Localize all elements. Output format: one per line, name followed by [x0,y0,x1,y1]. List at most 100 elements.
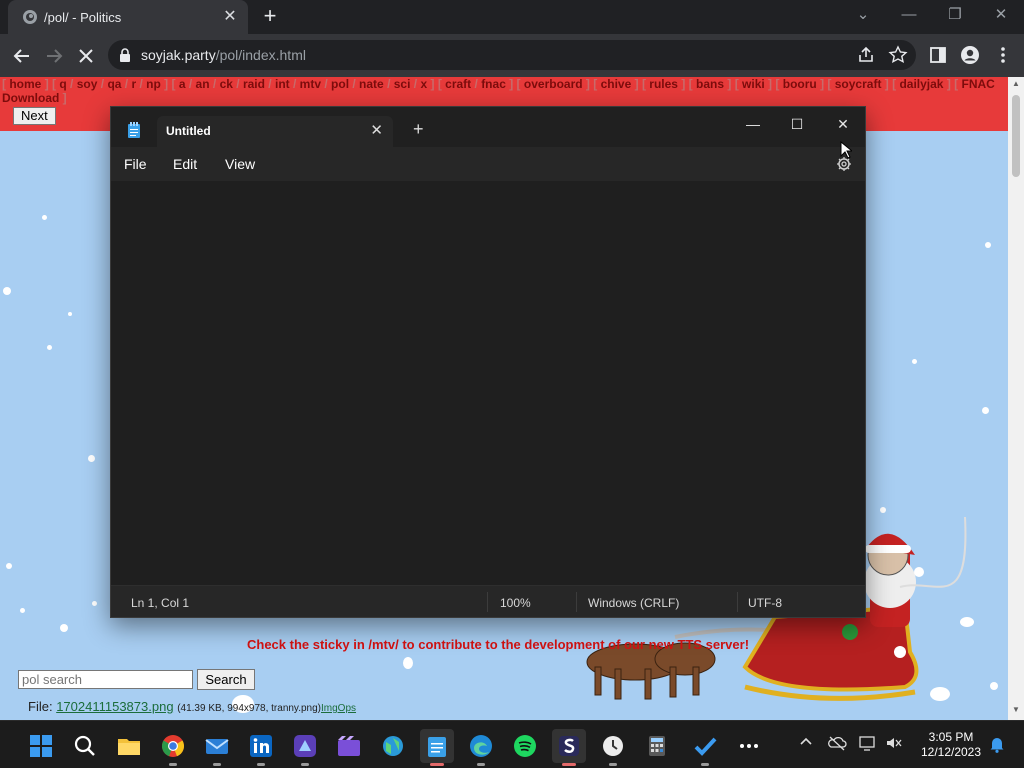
taskbar-notepad[interactable] [420,729,454,766]
network-icon[interactable] [858,735,878,755]
more-options-icon[interactable] [993,45,1013,65]
taskbar-edge[interactable] [464,729,498,766]
restore-icon[interactable]: ❐ [932,0,978,32]
board-link[interactable]: wiki [742,77,765,91]
board-link[interactable]: a [179,77,186,91]
board-link[interactable]: mtv [300,77,321,91]
browser-toolbar: soyjak.party/pol/index.html [0,34,1024,77]
board-link[interactable]: overboard [524,77,583,91]
board-link[interactable]: booru [783,77,817,91]
notepad-tab-untitled[interactable]: Untitled ✕ [157,116,393,147]
taskbar-linkedin[interactable] [244,729,278,766]
menu-edit[interactable]: Edit [173,156,197,172]
chevron-up-icon[interactable] [796,735,816,755]
board-link[interactable]: nate [359,77,384,91]
lock-icon[interactable] [119,48,131,62]
taskbar-clipchamp[interactable] [288,729,322,766]
taskbar-maps[interactable] [376,729,410,763]
system-clock[interactable]: 3:05 PM 12/12/2023 [916,730,986,760]
snowflake [68,312,72,316]
board-link[interactable]: an [196,77,210,91]
board-link[interactable]: np [146,77,161,91]
search-button[interactable]: Search [197,669,255,690]
stop-loading-icon[interactable] [73,43,99,69]
board-link[interactable]: soycraft [835,77,882,91]
imgops-link[interactable]: ImgOps [321,703,356,714]
taskbar-clock-app[interactable] [596,729,630,766]
boardlist-bracket: ] [505,77,517,91]
taskbar-chrome[interactable] [156,729,190,766]
boardlist-bracket: ] [427,77,438,91]
start-button[interactable] [24,729,58,763]
board-link[interactable]: ck [220,77,233,91]
board-search-input[interactable]: pol search [18,670,193,689]
board-link[interactable]: bans [696,77,724,91]
board-link[interactable]: q [59,77,66,91]
address-bar[interactable]: soyjak.party/pol/index.html [108,40,916,70]
tab-search-icon[interactable]: ⌄ [840,0,886,32]
scroll-up-arrow-icon[interactable]: ▲ [1012,80,1020,88]
scroll-down-arrow-icon[interactable]: ▼ [1012,706,1020,714]
maximize-icon[interactable]: ☐ [777,111,817,137]
profile-avatar-icon[interactable] [960,45,980,65]
board-link[interactable]: raid [243,77,265,91]
onedrive-offline-icon[interactable] [827,735,847,755]
menu-file[interactable]: File [124,156,147,172]
close-tab-icon[interactable]: ✕ [220,7,240,27]
close-window-icon[interactable]: ✕ [823,111,863,137]
volume-muted-icon[interactable] [884,735,904,755]
back-arrow-icon[interactable] [9,43,35,69]
board-link[interactable]: soy [77,77,98,91]
boardlist-separator: / [97,77,108,91]
minimize-icon[interactable]: — [733,111,773,137]
new-tab-button[interactable]: + [258,5,282,28]
next-button[interactable]: Next [13,107,56,125]
forward-arrow-icon[interactable] [41,43,67,69]
taskbar-spotify[interactable] [508,729,542,763]
search-icon [74,735,95,756]
page-scrollbar[interactable]: ▲ ▼ [1008,77,1024,720]
more-icon [740,744,758,748]
taskbar-todo[interactable] [688,729,722,766]
taskbar-movies[interactable] [332,729,366,763]
taskbar-mail[interactable] [200,729,234,766]
notification-bell-icon[interactable] [987,735,1007,755]
notepad-titlebar[interactable]: Untitled ✕ + — ☐ ✕ [111,107,865,147]
board-link[interactable]: chive [601,77,632,91]
file-link[interactable]: 1702411153873.png [56,699,173,714]
minimize-icon[interactable]: — [886,0,932,32]
boardlist-bracket: [ [171,77,179,91]
board-link[interactable]: home [9,77,41,91]
taskbar-file-explorer[interactable] [112,729,146,763]
board-link[interactable]: rules [649,77,678,91]
board-link[interactable]: dailyjak [899,77,943,91]
boardlist-bracket: ] [724,77,735,91]
maps-icon [383,736,403,756]
scrollbar-thumb[interactable] [1012,95,1020,177]
taskbar-more-apps[interactable] [732,729,766,763]
close-window-icon[interactable]: ✕ [978,0,1024,32]
share-icon[interactable] [856,45,876,65]
browser-tab-pol[interactable]: /pol/ - Politics ✕ [8,0,248,34]
board-link[interactable]: fnac [481,77,506,91]
notepad-window: Untitled ✕ + — ☐ ✕ File Edit View Ln 1, … [110,106,866,618]
notepad-new-tab-button[interactable]: + [413,119,424,140]
taskbar-calculator[interactable] [640,729,674,763]
status-divider [737,592,738,612]
board-link[interactable]: craft [445,77,471,91]
notepad-text-area[interactable] [111,181,865,585]
taskbar-search-button[interactable] [68,729,102,763]
bookmark-star-icon[interactable] [888,45,908,65]
board-link[interactable]: pol [331,77,349,91]
soyjak-app-icon [559,736,579,756]
windows-taskbar: 3:05 PM 12/12/2023 [0,720,1024,768]
line-ending: Windows (CRLF) [588,596,680,610]
board-link[interactable]: qa [107,77,121,91]
taskbar-soyjak-app[interactable] [552,729,586,766]
board-link[interactable]: int [275,77,290,91]
site-favicon-icon [23,10,37,24]
board-link[interactable]: sci [394,77,411,91]
close-tab-icon[interactable]: ✕ [370,121,383,139]
side-panel-icon[interactable] [928,45,948,65]
menu-view[interactable]: View [225,156,255,172]
